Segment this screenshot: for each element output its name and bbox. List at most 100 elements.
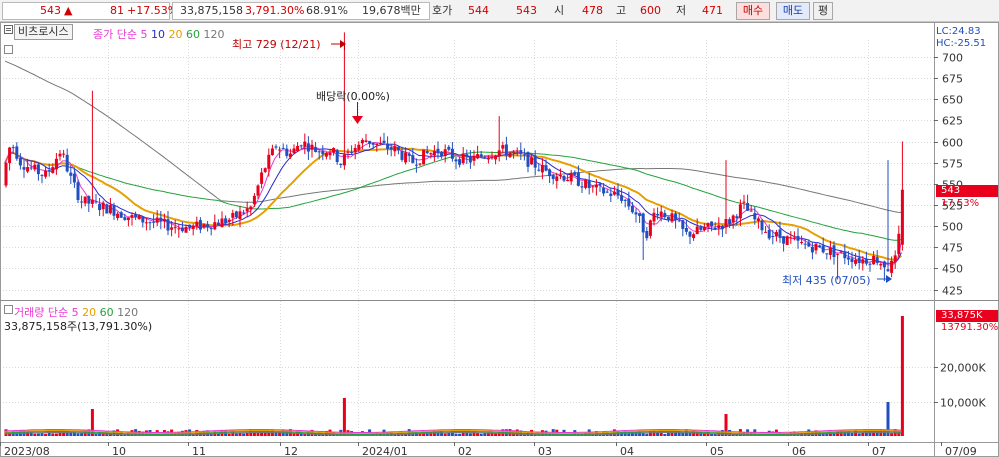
candle-body (670, 213, 674, 222)
candle-body (371, 142, 375, 145)
candle-body (825, 253, 829, 255)
volume-bar (242, 433, 246, 436)
candle-body (476, 154, 480, 159)
price-tick-label: 650 (942, 94, 963, 107)
candle-body (515, 150, 519, 152)
date-tick-label: 03 (538, 445, 552, 457)
candle-body (440, 152, 444, 157)
volume-bar (645, 433, 649, 436)
candle-body (749, 210, 753, 212)
candle-body (641, 213, 645, 233)
candle-body (213, 222, 217, 230)
candle-body (166, 219, 170, 231)
candle-body (346, 151, 350, 153)
candle-body (612, 191, 616, 195)
candle-body (414, 164, 418, 166)
high-annotation: 최고 729 (12/21) (232, 38, 321, 51)
date-tick-label: 2024/01 (362, 445, 408, 457)
volume-bar (234, 433, 238, 436)
ma60-line (4, 151, 902, 241)
candle-body (58, 153, 62, 157)
candle-body (144, 222, 148, 224)
candle-body (69, 172, 73, 176)
candle-body (418, 163, 422, 165)
candle-body (101, 202, 105, 210)
candle-body (569, 172, 573, 182)
date-tick-label: 02 (458, 445, 472, 457)
candle-body (191, 225, 195, 230)
date-tick-label: 12 (284, 445, 298, 457)
candle-body (249, 206, 253, 210)
price-tick-label: 625 (942, 115, 963, 128)
candle-body (630, 205, 634, 213)
candle-body (652, 212, 656, 222)
candle-body (238, 211, 242, 220)
candle-body (216, 222, 220, 226)
candle-body (893, 255, 897, 263)
buy-button[interactable]: 매수 (736, 2, 770, 20)
current-change-tag: 17.53% (941, 198, 980, 209)
candle-body (807, 242, 811, 247)
volume-bar (468, 433, 472, 436)
stock-name-button[interactable]: 비츠로시스 (14, 24, 73, 40)
candle-body (353, 147, 357, 152)
candle-body (782, 236, 786, 244)
stock-chart[interactable]: 70067565062560057555052550047545042520,0… (0, 22, 999, 457)
current-volume-tag-text: 33,875K (941, 310, 983, 321)
candle-body (778, 229, 782, 238)
quote-bar: 543 ▲ 81 +17.53% 33,875,158 3,791.30% 68… (0, 0, 999, 22)
price-tick-label: 700 (942, 52, 963, 65)
ma10-label: 10 (150, 28, 165, 41)
candle-body (609, 193, 613, 197)
candle-body (796, 236, 800, 241)
candle-body (26, 167, 30, 172)
candle-body (587, 179, 591, 189)
sell-button[interactable]: 매도 (776, 2, 810, 20)
candle-body (364, 140, 368, 142)
candle-body (756, 218, 760, 221)
volume-bar (454, 433, 458, 436)
candle-body (490, 157, 494, 159)
candle-body (508, 152, 512, 157)
candle-body (429, 153, 433, 155)
candle-body (882, 261, 886, 268)
candle-body (713, 227, 717, 230)
candle-body (638, 213, 642, 216)
ma5-label: 5 (140, 28, 148, 41)
candle-body (857, 257, 861, 264)
candle-body (324, 152, 328, 157)
candle-body (692, 234, 696, 239)
date-tick-label: 04 (620, 445, 634, 457)
price-tick-label: 675 (942, 73, 963, 86)
candle-body (411, 155, 415, 163)
candle-body (404, 152, 408, 163)
price-tick-label: 450 (942, 263, 963, 276)
current-price-tag-text: 543 (941, 185, 961, 196)
candle-body (494, 155, 498, 160)
candle-body (591, 186, 595, 188)
candle-body (828, 247, 832, 255)
candle-body (580, 186, 584, 188)
candle-body (119, 212, 123, 218)
candle-body (332, 148, 336, 153)
candle-body (486, 157, 490, 160)
candle-body (785, 236, 789, 245)
low-annotation: 최저 435 (07/05) (782, 274, 871, 287)
volume-bar (479, 433, 483, 436)
candle-body (526, 152, 530, 167)
candle-body (137, 214, 141, 220)
volume-bar (238, 432, 242, 436)
candle-body (4, 162, 8, 186)
candle-body (378, 143, 382, 145)
candle-body (242, 212, 246, 214)
date-tick-label: 07/09 (945, 445, 977, 457)
trade-amount: 19,678백만 (362, 4, 421, 17)
ma10-line (4, 143, 902, 264)
volume-bar (58, 432, 62, 436)
candle-body (72, 173, 76, 183)
candle-body (260, 172, 264, 184)
date-tick-label: 10 (112, 445, 126, 457)
candle-body (317, 151, 321, 153)
volume-bar (216, 433, 220, 436)
eval-button[interactable]: 평 (813, 2, 833, 20)
